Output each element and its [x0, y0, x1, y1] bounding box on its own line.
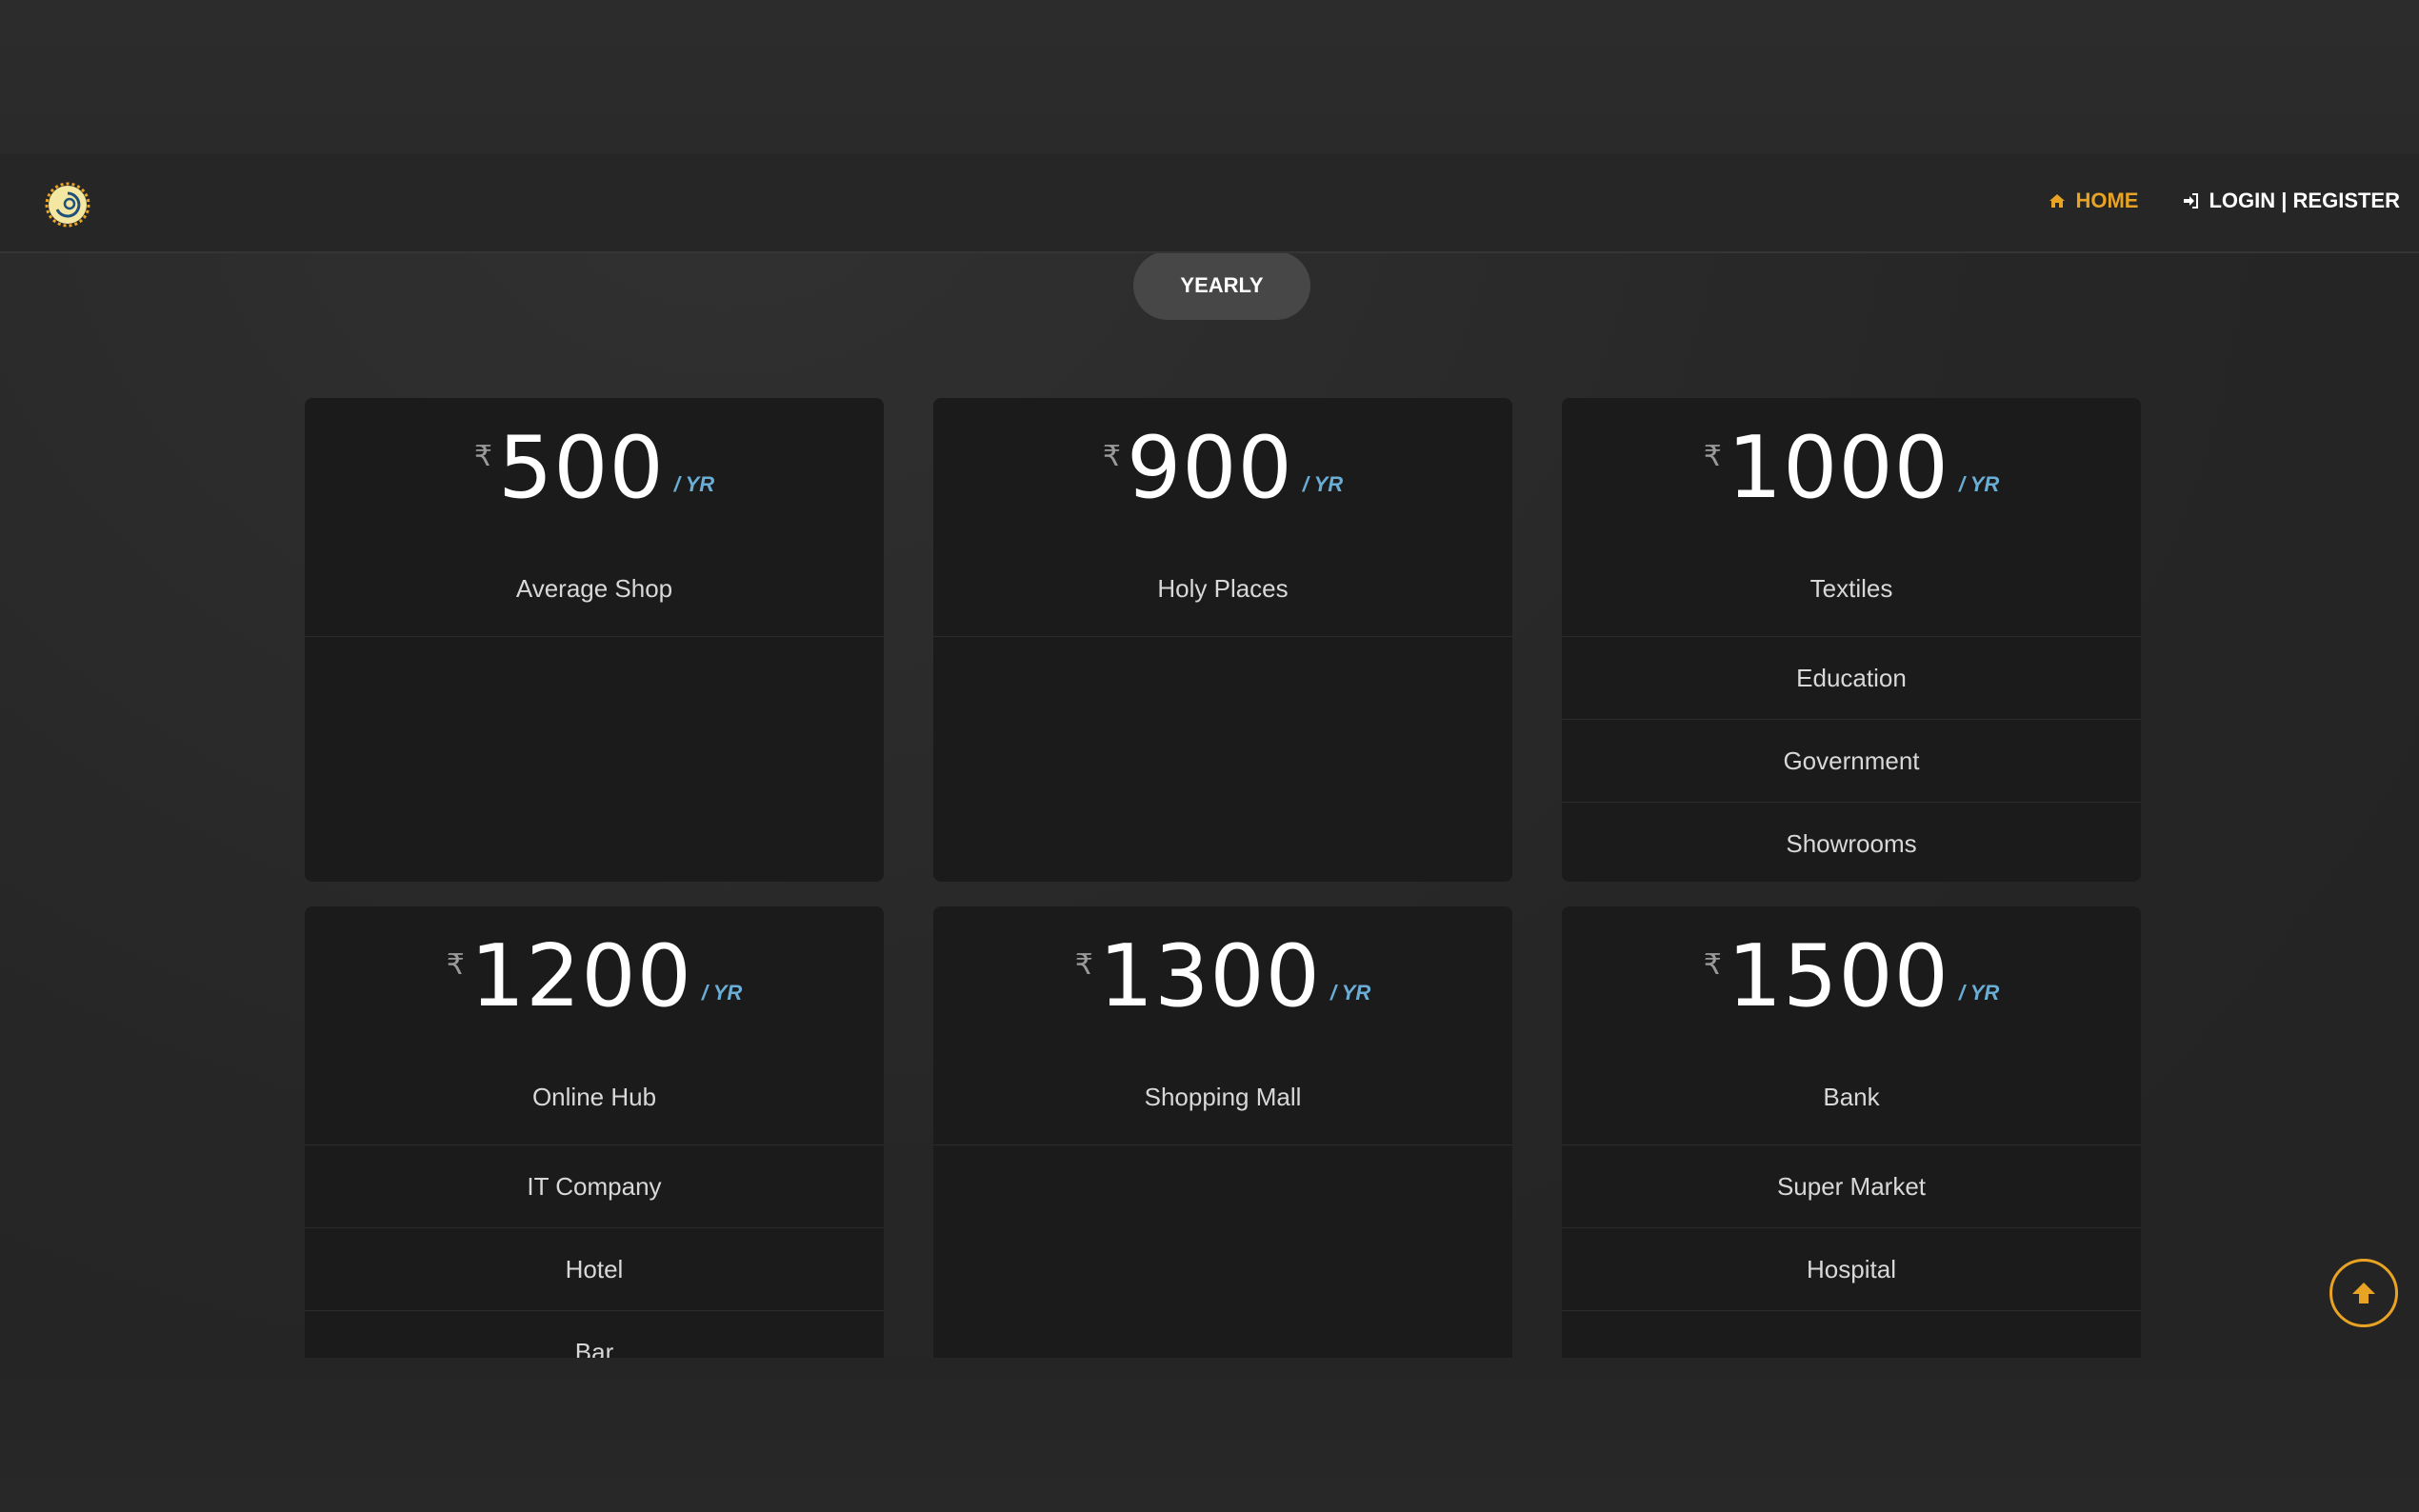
price-amount: 1200 [470, 926, 692, 1026]
feature-list: Online Hub IT Company Hotel Bar [305, 1049, 884, 1358]
price-amount: 1500 [1727, 926, 1949, 1026]
price-amount: 900 [1126, 418, 1293, 518]
scroll-to-top-button[interactable] [2329, 1259, 2398, 1327]
price-header: ₹ 900 / YR [933, 398, 1512, 541]
pricing-card: ₹ 1200 / YR Online Hub IT Company Hotel … [305, 906, 884, 1358]
pricing-card: ₹ 1500 / YR Bank Super Market Hospital [1562, 906, 2141, 1358]
feature-item: Holy Places [933, 541, 1512, 637]
price-amount: 500 [497, 418, 665, 518]
logo[interactable] [44, 181, 91, 229]
price-amount: 1000 [1727, 418, 1949, 518]
feature-item: Hotel [305, 1228, 884, 1311]
yearly-toggle-button[interactable]: YEARLY [1133, 253, 1310, 320]
navbar: HOME LOGIN | REGISTER [0, 154, 2419, 253]
sign-in-icon [2184, 193, 2199, 209]
logo-icon [45, 182, 90, 228]
feature-item: Online Hub [305, 1049, 884, 1145]
feature-item: Education [1562, 637, 2141, 720]
feature-list: Average Shop [305, 541, 884, 637]
currency-symbol: ₹ [1703, 948, 1722, 982]
nav-home-link[interactable]: HOME [2049, 189, 2138, 213]
currency-symbol: ₹ [1703, 440, 1722, 473]
feature-item: Textiles [1562, 541, 2141, 637]
home-icon [2049, 194, 2066, 208]
price-header: ₹ 1000 / YR [1562, 398, 2141, 541]
feature-item: IT Company [305, 1145, 884, 1228]
price-header: ₹ 1200 / YR [305, 906, 884, 1049]
feature-list: Shopping Mall [933, 1049, 1512, 1145]
nav-home-label: HOME [2075, 189, 2139, 212]
feature-item [1562, 1311, 2141, 1358]
nav-links: HOME LOGIN | REGISTER [2049, 189, 2400, 213]
currency-symbol: ₹ [1074, 948, 1093, 982]
footer-background [0, 1358, 2419, 1512]
price-period: / YR [1302, 472, 1344, 496]
price-period: / YR [1958, 981, 2000, 1005]
feature-item: Government [1562, 720, 2141, 803]
currency-symbol: ₹ [473, 440, 492, 473]
price-period: / YR [1958, 472, 2000, 496]
currency-symbol: ₹ [446, 948, 465, 982]
nav-login-register-link[interactable]: LOGIN | REGISTER [2182, 189, 2400, 213]
price-amount: 1300 [1098, 926, 1321, 1026]
feature-item: Shopping Mall [933, 1049, 1512, 1145]
feature-list: Bank Super Market Hospital [1562, 1049, 2141, 1358]
feature-item: Super Market [1562, 1145, 2141, 1228]
pricing-card: ₹ 500 / YR Average Shop [305, 398, 884, 882]
feature-item: Average Shop [305, 541, 884, 637]
nav-login-label: LOGIN | REGISTER [2209, 189, 2400, 212]
currency-symbol: ₹ [1102, 440, 1121, 473]
page: HOME LOGIN | REGISTER YEARLY ₹ 500 / YR [0, 0, 2419, 1512]
price-header: ₹ 1300 / YR [933, 906, 1512, 1049]
price-header: ₹ 500 / YR [305, 398, 884, 541]
price-period: / YR [1329, 981, 1371, 1005]
price-period: / YR [701, 981, 743, 1005]
pricing-card: ₹ 900 / YR Holy Places [933, 398, 1512, 882]
pricing-card: ₹ 1300 / YR Shopping Mall [933, 906, 1512, 1358]
price-header: ₹ 1500 / YR [1562, 906, 2141, 1049]
pricing-section: YEARLY ₹ 500 / YR Average Shop ₹ 900 / Y… [0, 253, 2419, 1358]
price-period: / YR [673, 472, 715, 496]
feature-item: Hospital [1562, 1228, 2141, 1311]
feature-item: Showrooms [1562, 803, 2141, 882]
feature-item: Bar [305, 1311, 884, 1359]
hero-background [0, 0, 2419, 154]
feature-item: Bank [1562, 1049, 2141, 1145]
arrow-up-icon [2352, 1283, 2375, 1303]
pricing-card: ₹ 1000 / YR Textiles Education Governmen… [1562, 398, 2141, 882]
pricing-grid: ₹ 500 / YR Average Shop ₹ 900 / YR Holy … [305, 398, 2141, 1358]
feature-list: Textiles Education Government Showrooms [1562, 541, 2141, 882]
feature-list: Holy Places [933, 541, 1512, 637]
